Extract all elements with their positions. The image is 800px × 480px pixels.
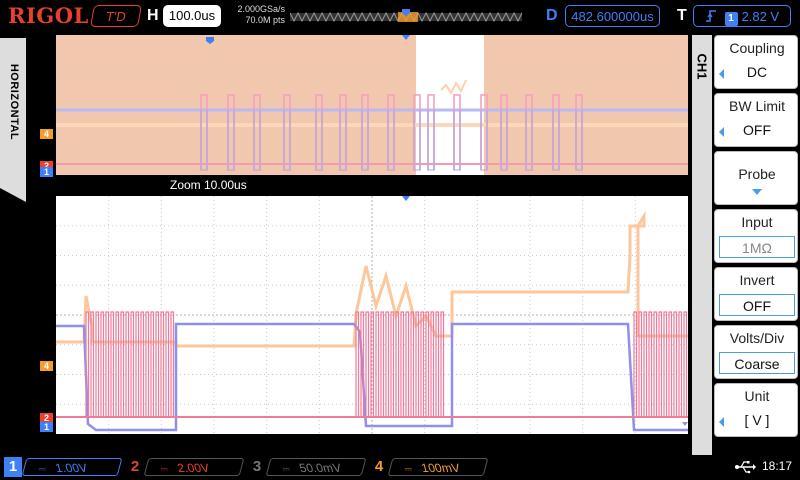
overview-ch2-bursts xyxy=(200,94,583,170)
channel-menu-tab[interactable]: CH1 xyxy=(692,35,712,455)
usb-icon xyxy=(735,461,756,474)
overview-ch4-marker[interactable]: 4 xyxy=(40,129,53,139)
probe-button[interactable]: Probe xyxy=(714,151,798,205)
volts-div-button[interactable]: Volts/Div Coarse xyxy=(714,325,798,379)
coupling-title: Coupling xyxy=(729,40,785,56)
bw-limit-value: OFF xyxy=(743,122,771,138)
overview-trigger-pointer xyxy=(206,37,214,44)
volts-div-title: Volts/Div xyxy=(729,330,785,346)
zoomed-waveform-display[interactable] xyxy=(56,196,688,434)
unit-button[interactable]: Unit [ V ] xyxy=(714,383,798,437)
overview-ch1-bursts xyxy=(200,110,583,171)
horizontal-tab-arrow xyxy=(0,188,26,202)
ch4-scale: 100mV xyxy=(419,461,462,475)
probe-title: Probe xyxy=(738,166,776,182)
timebase-value[interactable]: 100.0us xyxy=(163,5,221,27)
dc-coupling-icon: ⎓ xyxy=(37,464,48,474)
zoom-ch1-marker[interactable]: 1 xyxy=(40,422,53,432)
rising-edge-icon xyxy=(705,10,716,22)
input-title: Input xyxy=(741,214,773,230)
trigger-source-badge: 1 xyxy=(724,12,738,26)
dc-coupling-icon: ⎓ xyxy=(403,464,414,474)
zoom-timebase-label: Zoom 10.00us xyxy=(170,178,247,192)
trigger-label: T xyxy=(677,7,687,24)
invert-value: OFF xyxy=(719,294,795,316)
invert-title: Invert xyxy=(739,272,775,288)
volts-div-value: Coarse xyxy=(719,352,795,374)
zoom-position-pointer xyxy=(402,196,410,201)
bw-limit-button[interactable]: BW Limit OFF xyxy=(714,93,798,147)
ch2-burst-1 xyxy=(85,311,175,417)
delay-label: D xyxy=(546,7,558,24)
memory-depth: 70.0M pts xyxy=(245,15,285,25)
dc-coupling-icon: ⎓ xyxy=(159,464,170,474)
coupling-button[interactable]: Coupling DC xyxy=(714,35,798,89)
overview-position-pointer xyxy=(402,35,410,40)
input-value: 1MΩ xyxy=(719,236,795,258)
zoom-ch4-marker[interactable]: 4 xyxy=(40,361,53,371)
channel-menu-panel: CH1 Coupling DC BW Limit OFF Probe Input… xyxy=(692,35,800,455)
top-status-bar: RIGOL T'D H 100.0us 2.000GSa/s 70.0M pts… xyxy=(0,0,800,32)
ch1-offscreen-marker xyxy=(682,422,688,426)
ch1-number: 1 xyxy=(4,457,22,477)
overview-ch1-marker[interactable]: 1 xyxy=(40,167,53,177)
clock: 18:17 xyxy=(762,459,793,473)
main-waveform-overview[interactable] xyxy=(56,35,688,175)
ch3-number: 3 xyxy=(252,458,262,475)
unit-title: Unit xyxy=(744,388,770,404)
ch2-scale: 2.00V xyxy=(175,461,212,475)
unit-value: [ V ] xyxy=(744,412,770,428)
brand-logo: RIGOL xyxy=(8,3,89,28)
trigger-level: 2.82 V xyxy=(741,9,780,24)
coupling-value: DC xyxy=(746,64,768,80)
sample-rate: 2.000GSa/s xyxy=(237,4,285,14)
sample-rate-readout: 2.000GSa/s 70.0M pts xyxy=(227,4,285,26)
overview-traces xyxy=(56,35,688,171)
trigger-status-badge: T'D xyxy=(90,5,142,27)
ch4-number: 4 xyxy=(374,458,384,475)
input-impedance-button[interactable]: Input 1MΩ xyxy=(714,209,798,263)
horizontal-delay-value[interactable]: 482.600000us xyxy=(565,5,660,27)
horizontal-tab-label: HORIZONTAL xyxy=(8,63,20,141)
ch3-scale: 50.0mV xyxy=(297,461,344,475)
channel-status-bar: 1 ⎓ 1.00V 2 ⎓ 2.00V 3 ⎓ 50.0mV 4 ⎓ 100mV 18:… xyxy=(0,455,800,480)
channel-menu-title: CH1 xyxy=(694,53,710,80)
memory-position-bar xyxy=(290,9,522,23)
overview-ch4-spikes xyxy=(440,79,467,96)
ch1-scale: 1.00V xyxy=(53,461,90,475)
zoomed-traces xyxy=(56,196,688,434)
invert-button[interactable]: Invert OFF xyxy=(714,267,798,321)
chevron-down-icon xyxy=(752,189,762,195)
ch2-burst-3 xyxy=(633,311,688,417)
ch2-number: 2 xyxy=(130,458,140,475)
bw-limit-title: BW Limit xyxy=(729,98,785,114)
timebase-label: H xyxy=(147,7,159,24)
trigger-setting[interactable]: 1 2.82 V xyxy=(693,5,791,27)
horizontal-menu-tab[interactable]: HORIZONTAL xyxy=(0,38,26,188)
dc-coupling-icon: ⎓ xyxy=(281,464,292,474)
